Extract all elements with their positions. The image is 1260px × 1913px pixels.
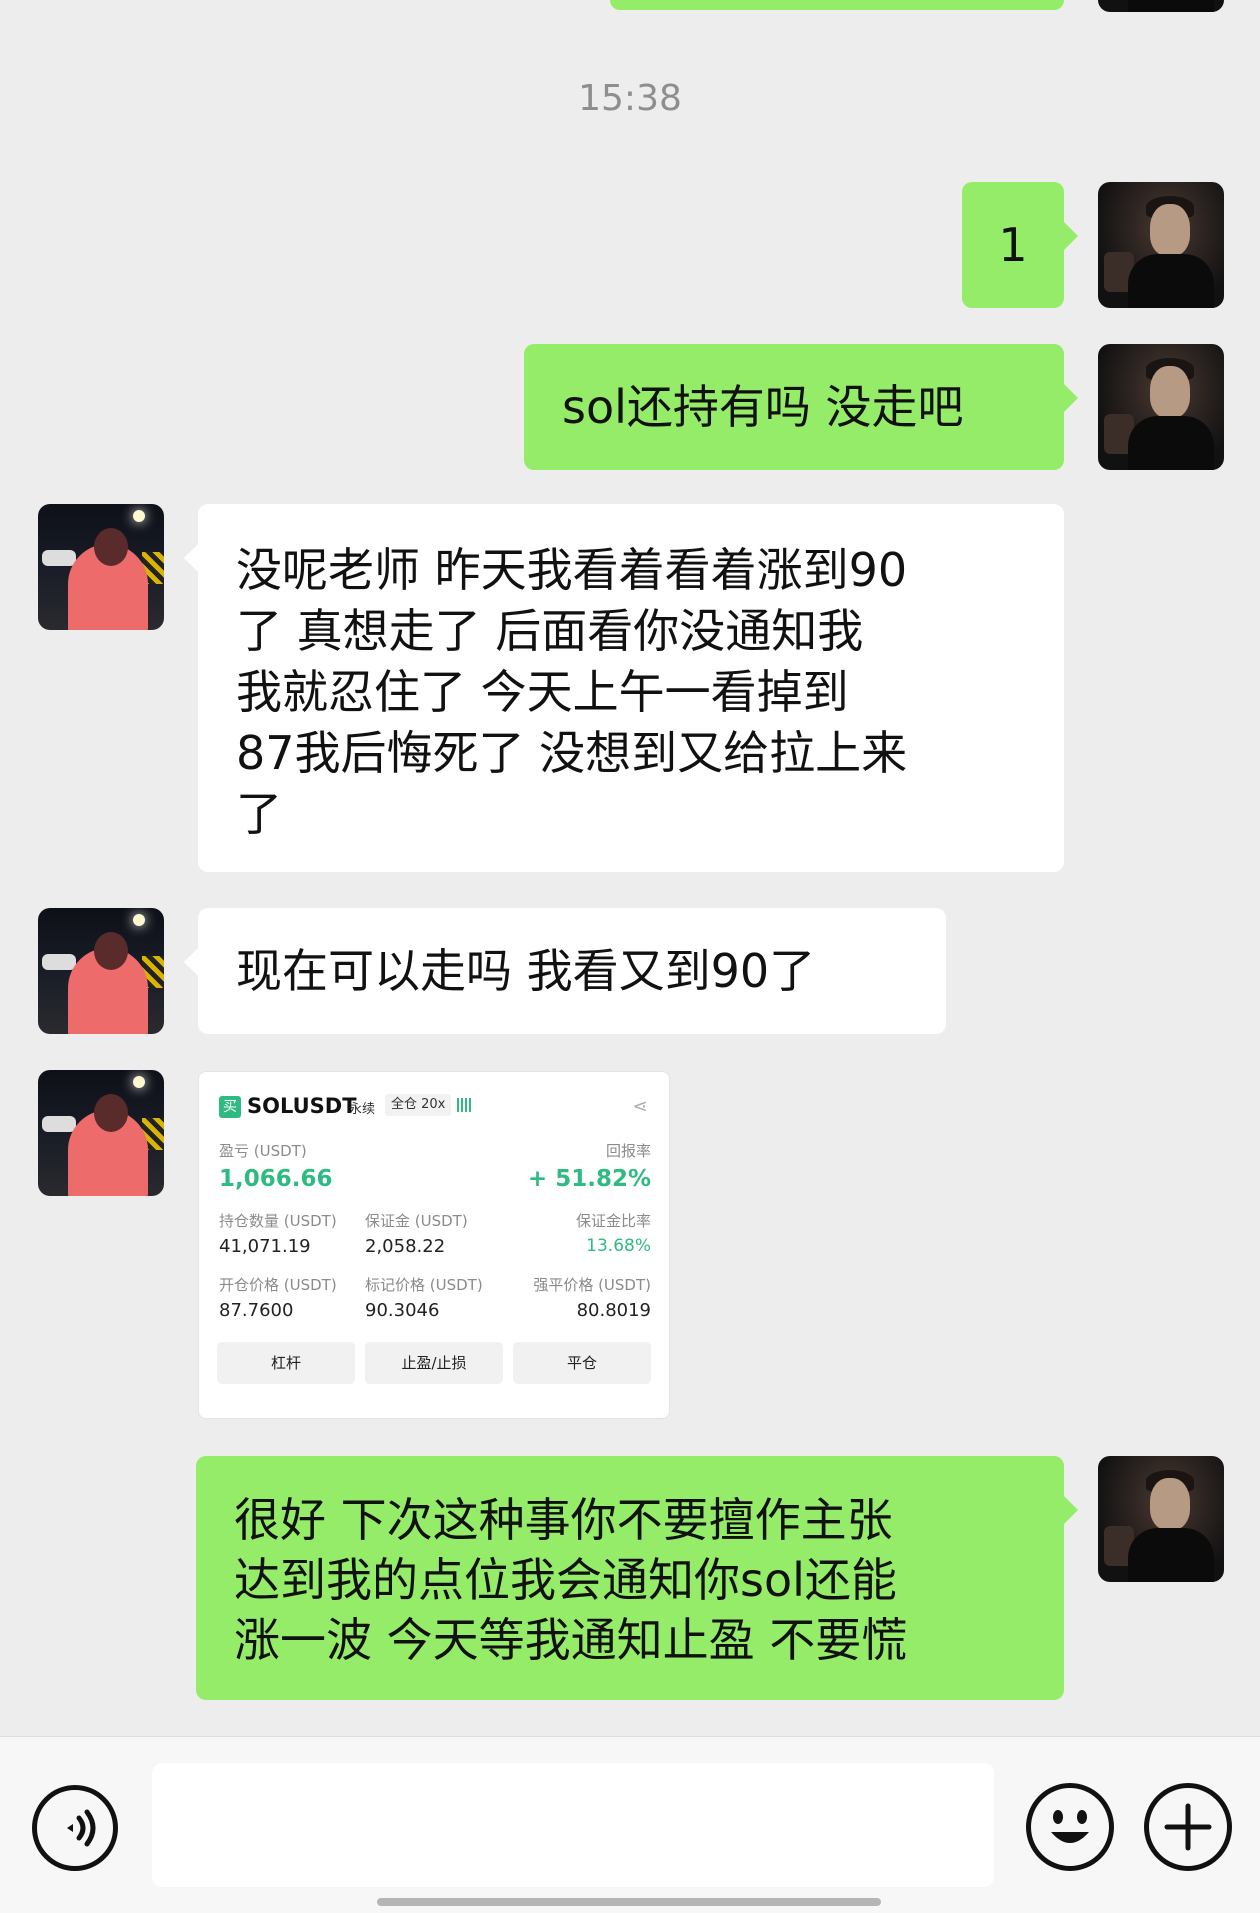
emoji-icon: [1051, 1810, 1089, 1843]
message-bubble-mine[interactable]: 1: [962, 182, 1078, 308]
message-bubble-contact[interactable]: 没呢老师 昨天我看着看着涨到90 了 真想走了 后面看你没通知我 我就忍住了 今…: [184, 504, 1064, 872]
margin-value: 2,058.22: [365, 1236, 446, 1257]
my-avatar[interactable]: [1098, 344, 1224, 470]
contact-avatar[interactable]: [38, 504, 164, 630]
my-avatar[interactable]: [1098, 0, 1224, 12]
symbol: SOLUSDT: [247, 1094, 357, 1118]
message-text: 现在可以走吗 我看又到90了: [236, 944, 816, 998]
liquidation-price-value: 80.8019: [576, 1300, 651, 1321]
close-position-button[interactable]: 平仓: [513, 1342, 651, 1384]
position-value: 41,071.19: [219, 1236, 311, 1257]
message-text: 1: [998, 218, 1028, 272]
my-avatar[interactable]: [1098, 1456, 1224, 1582]
buy-badge: 买: [219, 1096, 241, 1118]
message-text: sol还持有吗 没走吧: [562, 380, 964, 434]
margin-ratio-label: 保证金比率: [575, 1212, 651, 1230]
pnl-label: 盈亏 (USDT): [219, 1142, 307, 1160]
message-line: 涨一波 今天等我通知止盈 不要慌: [234, 1613, 908, 1667]
position-label: 持仓数量 (USDT): [219, 1212, 337, 1230]
message-line: 没呢老师 昨天我看着看着涨到90: [236, 543, 908, 597]
message-bubble-mine[interactable]: 很好 下次这种事你不要擅作主张 达到我的点位我会通知你sol还能 涨一波 今天等…: [196, 1456, 1078, 1700]
roi-value: + 51.82%: [527, 1166, 651, 1192]
message-line: 了: [236, 787, 282, 841]
message-line: 87我后悔死了 没想到又给拉上来: [236, 726, 908, 780]
signal-bars-icon: [457, 1098, 471, 1112]
margin-ratio-value: 13.68%: [586, 1236, 651, 1256]
plus-icon: [1164, 1803, 1212, 1851]
previous-message-bubble[interactable]: [610, 0, 1064, 10]
leverage-button[interactable]: 杠杆: [217, 1342, 355, 1384]
entry-price-label: 开仓价格 (USDT): [219, 1276, 337, 1294]
liquidation-price-label: 强平价格 (USDT): [533, 1276, 651, 1294]
tp-sl-button[interactable]: 止盈/止损: [365, 1342, 503, 1384]
share-icon: ⋖: [632, 1096, 648, 1117]
message-line: 达到我的点位我会通知你sol还能: [234, 1553, 897, 1607]
contact-avatar[interactable]: [38, 1070, 164, 1196]
roi-label: 回报率: [605, 1142, 651, 1160]
voice-button[interactable]: [32, 1785, 118, 1871]
mark-price-label: 标记价格 (USDT): [365, 1276, 483, 1294]
margin-label: 保证金 (USDT): [365, 1212, 468, 1230]
message-bubble-contact[interactable]: 现在可以走吗 我看又到90了: [184, 908, 946, 1034]
message-line: 了 真想走了 后面看你没通知我: [236, 604, 864, 658]
trade-screenshot-image[interactable]: 买 SOLUSDT 永续 全仓 20x ⋖ 盈亏 (USDT) 回报率 1,06…: [198, 1071, 670, 1419]
message-line: 我就忍住了 今天上午一看掉到: [236, 665, 849, 719]
mark-price-value: 90.3046: [365, 1300, 440, 1321]
message-bubble-mine[interactable]: sol还持有吗 没走吧: [524, 344, 1078, 470]
add-button[interactable]: [1144, 1783, 1232, 1871]
input-bar: [0, 1736, 1260, 1913]
voice-icon: [67, 1809, 96, 1847]
home-indicator: [377, 1898, 881, 1906]
entry-price-value: 87.7600: [219, 1300, 294, 1321]
emoji-button[interactable]: [1026, 1783, 1114, 1871]
message-line: 很好 下次这种事你不要擅作主张: [234, 1493, 893, 1547]
timestamp: 15:38: [578, 78, 682, 119]
pnl-value: 1,066.66: [219, 1166, 333, 1192]
contract-type: 永续: [349, 1102, 376, 1117]
contact-avatar[interactable]: [38, 908, 164, 1034]
message-input[interactable]: [152, 1763, 994, 1887]
margin-mode: 全仓 20x: [385, 1094, 452, 1116]
my-avatar[interactable]: [1098, 182, 1224, 308]
